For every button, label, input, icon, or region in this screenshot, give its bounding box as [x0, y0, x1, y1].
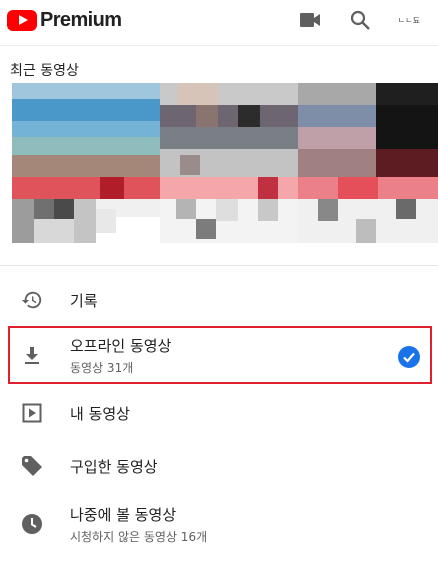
- youtube-logo-icon: [7, 9, 37, 31]
- my-videos-label: 내 동영상: [70, 404, 130, 423]
- history-label: 기록: [70, 291, 98, 310]
- watch-later-count: 시청하지 않은 동영상 16개: [70, 530, 208, 544]
- selection-highlight: [8, 326, 432, 384]
- tag-icon: [20, 454, 44, 478]
- app-header: Premium ㄴㄴ됴: [0, 0, 438, 40]
- my-videos-item[interactable]: 내 동영상: [0, 398, 438, 428]
- watch-later-label: 나중에 볼 동영상: [70, 506, 177, 524]
- logo-text: Premium: [40, 8, 122, 31]
- check-icon[interactable]: [398, 346, 420, 368]
- recent-videos-title: 최근 동영상: [10, 63, 79, 79]
- account-button[interactable]: ㄴㄴ됴: [398, 15, 420, 26]
- history-item[interactable]: 기록: [0, 285, 438, 315]
- recent-videos-strip: [0, 83, 438, 263]
- recent-video-thumbnail[interactable]: [0, 83, 160, 263]
- recent-video-thumbnail[interactable]: [298, 83, 438, 263]
- camera-icon[interactable]: [298, 8, 322, 32]
- youtube-premium-logo[interactable]: Premium: [7, 8, 122, 32]
- section-divider: [0, 265, 438, 266]
- header-divider: [0, 45, 438, 46]
- history-icon: [20, 288, 44, 312]
- recent-video-thumbnail[interactable]: [160, 83, 298, 263]
- search-icon[interactable]: [348, 8, 372, 32]
- clock-icon: [20, 512, 44, 536]
- play-box-icon: [20, 401, 44, 425]
- watch-later-item[interactable]: 나중에 볼 동영상 시청하지 않은 동영상 16개: [0, 504, 438, 548]
- purchased-videos-item[interactable]: 구입한 동영상: [0, 451, 438, 481]
- purchased-videos-label: 구입한 동영상: [70, 457, 158, 476]
